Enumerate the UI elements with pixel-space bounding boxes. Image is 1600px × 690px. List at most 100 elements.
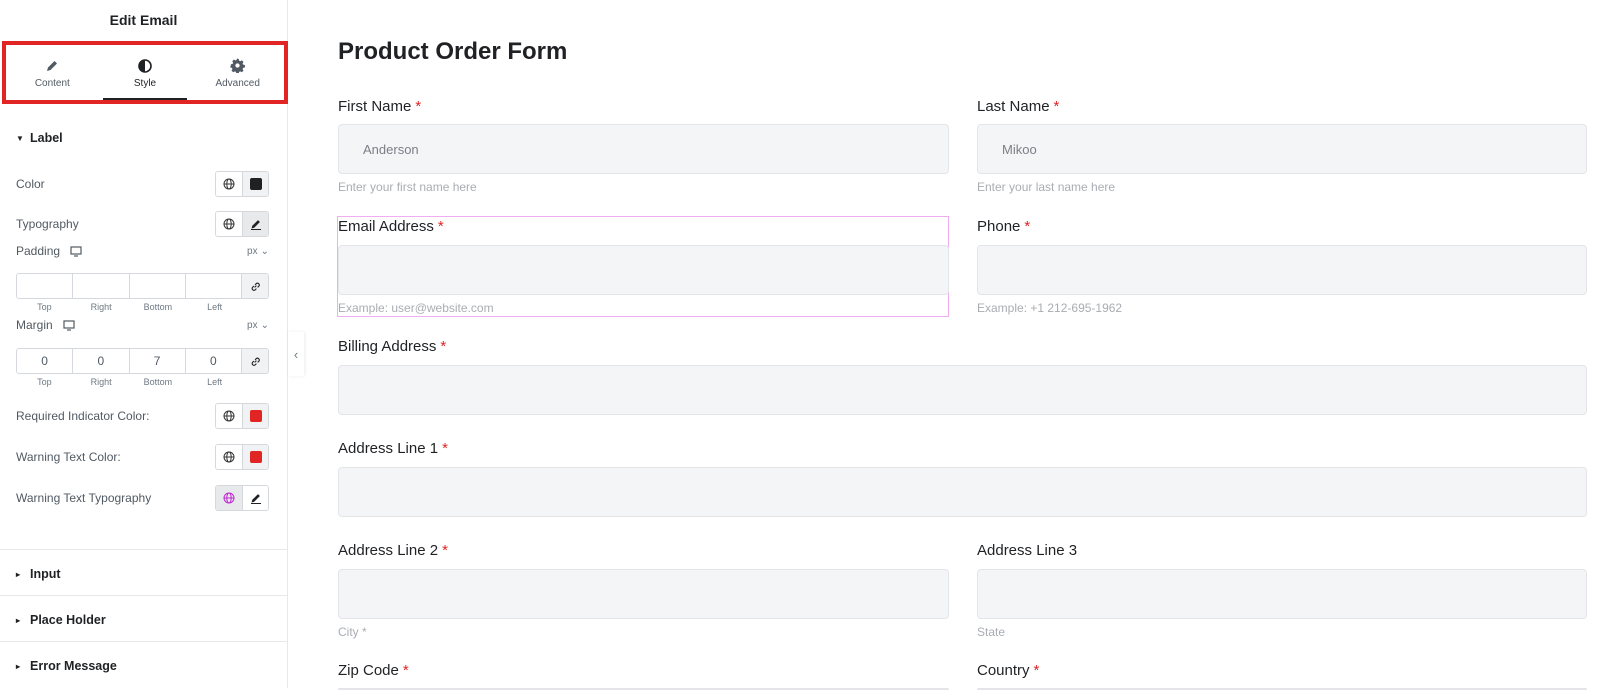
desktop-icon[interactable] [63, 319, 75, 331]
address-line-2-label-text: Address Line 2 [338, 542, 439, 559]
required-mark: * [415, 98, 422, 115]
section-placeholder-toggle[interactable]: ▸ Place Holder [0, 608, 288, 632]
required-color-row: Required Indicator Color: [16, 402, 269, 430]
global-typography-button[interactable] [216, 212, 242, 236]
padding-left-input[interactable] [185, 274, 242, 298]
warning-typography-label: Warning Text Typography [16, 491, 152, 505]
section-input-toggle[interactable]: ▸ Input [0, 562, 288, 586]
tab-content[interactable]: Content [6, 45, 99, 100]
tab-advanced[interactable]: Advanced [191, 45, 284, 100]
city-help: City * [338, 625, 367, 639]
gear-icon [230, 57, 246, 75]
typography-row: Typography [16, 210, 269, 238]
editor-panel: Edit Email Content Style Advanced ▼ Labe… [0, 0, 288, 688]
address-line-1-input[interactable] [338, 467, 1587, 517]
desktop-icon[interactable] [70, 245, 82, 257]
address-line-3-label-text: Address Line 3 [977, 542, 1078, 559]
edit-typography-button[interactable] [242, 212, 268, 236]
margin-label: Margin [16, 318, 53, 332]
divider [0, 641, 288, 642]
zip-code-label-text: Zip Code [338, 662, 399, 679]
section-input-title: Input [30, 567, 61, 581]
tab-style-label: Style [133, 77, 157, 89]
padding-bottom-input[interactable] [129, 274, 186, 298]
zip-code-label: Zip Code * [338, 662, 409, 679]
padding-link-button[interactable] [242, 274, 268, 298]
color-control [215, 171, 269, 197]
address-line-1-label-text: Address Line 1 [338, 440, 439, 457]
phone-input[interactable] [977, 245, 1587, 295]
form-title: Product Order Form [338, 38, 568, 65]
state-help: State [977, 625, 1006, 639]
color-label: Color [16, 177, 45, 191]
typography-control [215, 211, 269, 237]
email-label: Email Address * [338, 218, 444, 235]
global-colors-button[interactable] [216, 172, 242, 196]
side-label-bottom: Bottom [143, 377, 173, 387]
email-input[interactable] [338, 245, 949, 295]
last-name-label: Last Name * [977, 98, 1059, 115]
panel-tabs: Content Style Advanced [6, 45, 284, 100]
color-row: Color [16, 170, 269, 198]
first-name-label-text: First Name [338, 98, 412, 115]
caret-right-icon: ▸ [16, 615, 21, 625]
global-colors-button[interactable] [216, 404, 242, 428]
section-label-toggle[interactable]: ▼ Label [0, 126, 288, 150]
address-line-3-input[interactable] [977, 569, 1587, 619]
warning-color-label: Warning Text Color: [16, 450, 121, 464]
globe-icon [223, 218, 235, 230]
tab-content-label: Content [34, 77, 70, 89]
collapse-panel-button[interactable]: ‹ [288, 332, 304, 376]
required-mark: * [437, 218, 444, 235]
margin-right-input[interactable]: 0 [73, 349, 130, 373]
section-placeholder-title: Place Holder [30, 613, 106, 627]
padding-label: Padding [16, 244, 61, 258]
email-help: Example: user@website.com [338, 301, 494, 315]
billing-address-label: Billing Address * [338, 338, 446, 355]
contrast-icon [138, 57, 152, 75]
side-label-bottom: Bottom [143, 302, 173, 312]
required-mark: * [1024, 218, 1031, 235]
tab-advanced-label: Advanced [215, 77, 260, 89]
last-name-input[interactable]: Mikoo [977, 124, 1587, 174]
margin-link-button[interactable] [242, 349, 268, 373]
margin-left-input[interactable]: 0 [185, 349, 242, 373]
section-error-toggle[interactable]: ▸ Error Message [0, 654, 288, 678]
padding-right-input[interactable] [73, 274, 130, 298]
divider [0, 595, 288, 596]
section-error-title: Error Message [30, 659, 117, 673]
billing-address-input[interactable] [338, 365, 1587, 415]
color-picker-button[interactable] [242, 445, 268, 469]
chevron-down-icon: ⌄ [260, 319, 269, 331]
divider [0, 549, 288, 550]
padding-unit-select[interactable]: px ⌄ [247, 246, 269, 257]
required-color-control [215, 403, 269, 429]
chevron-left-icon: ‹ [293, 346, 299, 362]
globe-icon [223, 451, 235, 463]
first-name-help: Enter your first name here [338, 180, 477, 194]
global-typography-button[interactable] [216, 486, 242, 510]
margin-top-input[interactable]: 0 [17, 349, 74, 373]
color-picker-button[interactable] [242, 404, 268, 428]
tab-style[interactable]: Style [99, 45, 192, 100]
required-mark: * [1033, 662, 1040, 679]
edit-typography-button[interactable] [242, 486, 268, 510]
phone-label-text: Phone [977, 218, 1021, 235]
country-label: Country * [977, 662, 1039, 679]
global-colors-button[interactable] [216, 445, 242, 469]
address-line-3-label: Address Line 3 [977, 542, 1077, 559]
caret-right-icon: ▸ [16, 661, 21, 671]
required-mark: * [440, 338, 447, 355]
side-label-right: Right [90, 302, 112, 312]
margin-unit-select[interactable]: px ⌄ [247, 320, 269, 331]
margin-inputs: 0 0 7 0 [16, 348, 269, 374]
color-picker-button[interactable] [242, 172, 268, 196]
link-icon [251, 282, 260, 291]
panel-title: Edit Email [109, 12, 178, 28]
first-name-input[interactable]: Anderson [338, 124, 949, 174]
pencil-icon [250, 494, 261, 504]
padding-inputs [16, 273, 269, 299]
padding-top-input[interactable] [17, 274, 74, 298]
address-line-2-input[interactable] [338, 569, 949, 619]
margin-bottom-input[interactable]: 7 [129, 349, 186, 373]
